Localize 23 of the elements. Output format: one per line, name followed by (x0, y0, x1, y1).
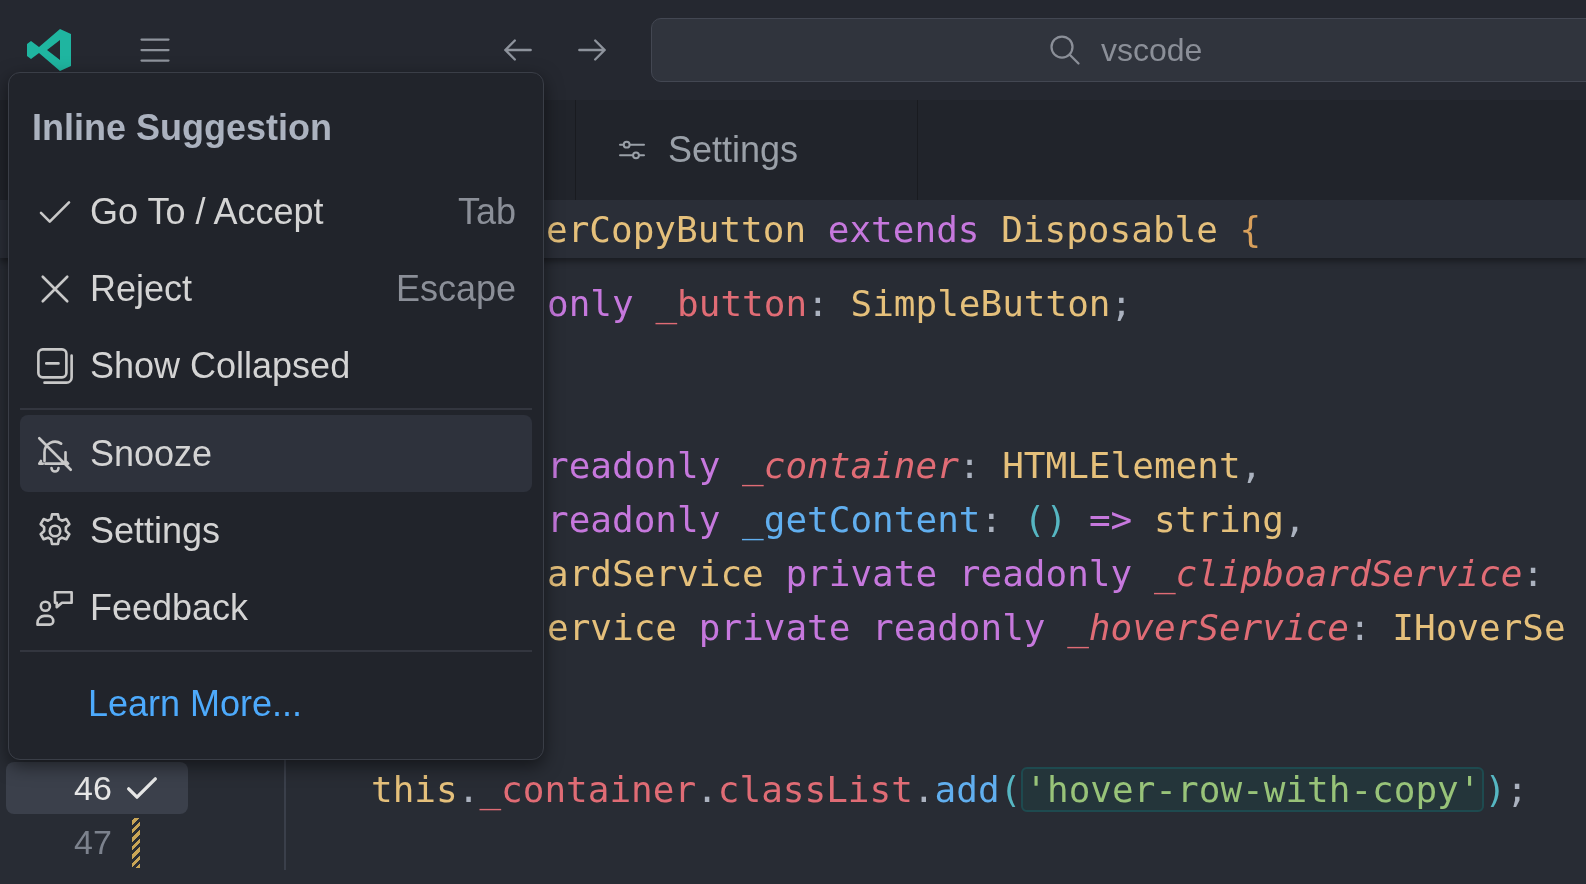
code-line: readonly _container: HTMLElement, (547, 444, 1263, 486)
code-line: ervice private readonly _hoverService: IHoverSe (547, 606, 1566, 648)
menu-title: Inline Suggestion (31, 106, 333, 150)
code-line: ardService private readonly _clipboardService: (547, 552, 1545, 594)
menu-item[interactable]: Snooze (20, 415, 532, 493)
command-center[interactable]: vscode (651, 18, 1586, 82)
logo-icon (25, 26, 73, 74)
editor-tab[interactable]: Settings (575, 100, 918, 200)
line-number: 47 (74, 822, 112, 862)
code-line: readonly _getContent: () => string, (547, 498, 1306, 540)
menu-item[interactable]: Reject Escape (20, 250, 532, 328)
menu-item[interactable]: Show Collapsed (20, 327, 532, 405)
menu-item[interactable]: Go To / Accept Tab (20, 173, 532, 251)
code-line: this._container.classList.add('hover-row-with-copy'); (371, 768, 1528, 810)
code-line: erCopyButton extends Disposable { (546, 208, 1262, 250)
learn-more-link[interactable]: Learn More... (88, 683, 303, 726)
menu-item[interactable]: Feedback (20, 569, 532, 647)
keyboard-shortcut: Tab (457, 190, 516, 233)
line-number: 46 (74, 768, 112, 808)
keyboard-shortcut: Escape (395, 267, 516, 310)
search-icon (1047, 32, 1083, 68)
code-line: only _button: SimpleButton; (547, 282, 1133, 324)
menu-item[interactable]: Settings (20, 492, 532, 570)
